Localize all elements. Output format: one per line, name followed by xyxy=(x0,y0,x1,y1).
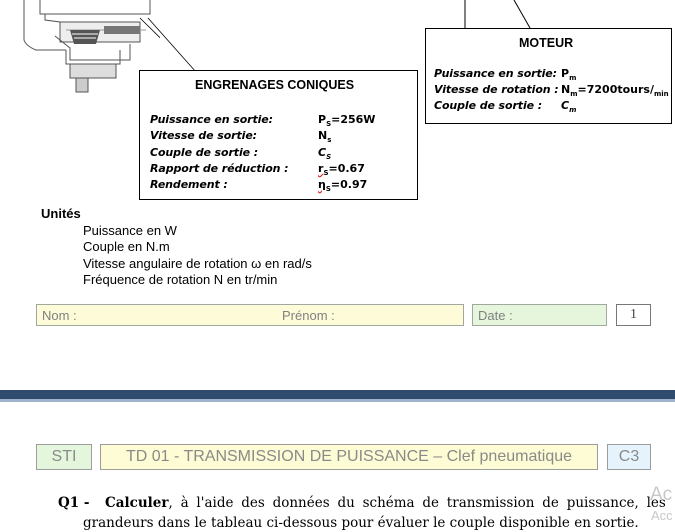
activation-watermark-line2: Acc xyxy=(651,508,673,523)
unit-line-vitesse: Vitesse angulaire de rotation ω en rad/s xyxy=(83,256,312,271)
nom-label: Nom : xyxy=(42,308,77,323)
engrenages-label-puissance: Puissance en sortie: xyxy=(150,113,273,126)
engrenages-label-vitesse: Vitesse de sortie: xyxy=(150,129,257,142)
engrenages-box: ENGRENAGES CONIQUES Puissance en sortie:… xyxy=(139,70,418,200)
page-separator-shadow xyxy=(0,399,675,402)
unit-line-frequence: Fréquence de rotation N en tr/min xyxy=(83,272,278,287)
unit-line-puissance: Puissance en W xyxy=(83,223,177,238)
question-text-line1: Calculer, à l'aide des données du schéma… xyxy=(105,495,666,511)
competence-code: C3 xyxy=(607,444,651,470)
moteur-value-puissance: Pm xyxy=(561,67,577,83)
engrenages-value-couple: CS xyxy=(318,146,332,162)
moteur-title: MOTEUR xyxy=(519,36,574,50)
engrenages-label-rendement: Rendement : xyxy=(150,178,228,191)
engrenages-label-rapport: Rapport de réduction : xyxy=(150,162,289,175)
engrenages-value-vitesse: Ns xyxy=(318,129,332,145)
date-field[interactable]: Date : xyxy=(472,304,607,326)
question-number: Q1 - xyxy=(58,495,90,511)
engrenages-value-puissance: PS=256W xyxy=(318,113,376,129)
question-text-line2: grandeurs dans le tableau ci-dessous pou… xyxy=(83,515,639,531)
moteur-label-couple: Couple de sortie : xyxy=(434,99,543,112)
engrenages-value-rendement: ηS=0.97 xyxy=(318,178,368,194)
question-line1-rest: , à l'aide des données du schéma de tran… xyxy=(168,495,666,511)
page-number: 1 xyxy=(630,307,637,322)
engrenages-label-couple: Couple de sortie : xyxy=(150,146,259,159)
moteur-label-puissance: Puissance en sortie: xyxy=(434,67,557,80)
engrenages-value-rapport: rS=0.67 xyxy=(318,162,365,178)
engrenages-title: ENGRENAGES CONIQUES xyxy=(195,78,355,92)
document-title: TD 01 - TRANSMISSION DE PUISSANCE – Clef… xyxy=(100,444,598,470)
question-verb: Calculer xyxy=(105,495,169,511)
date-label: Date : xyxy=(478,308,513,323)
activation-watermark-line1: Ac xyxy=(650,484,673,505)
prenom-label: Prénom : xyxy=(282,308,335,323)
sti-badge: STI xyxy=(36,444,92,470)
units-title: Unités xyxy=(41,206,81,221)
unit-line-couple: Couple en N.m xyxy=(83,239,170,254)
page-number-box: 1 xyxy=(616,304,651,326)
moteur-value-vitesse: Nm=7200tours/min xyxy=(561,83,669,99)
moteur-value-couple: Cm xyxy=(561,99,577,115)
page-separator xyxy=(0,390,675,399)
name-field[interactable]: Nom : Prénom : xyxy=(36,304,464,326)
moteur-box: MOTEUR Puissance en sortie: Pm Vitesse d… xyxy=(425,28,672,124)
moteur-label-vitesse: Vitesse de rotation : xyxy=(434,83,559,96)
